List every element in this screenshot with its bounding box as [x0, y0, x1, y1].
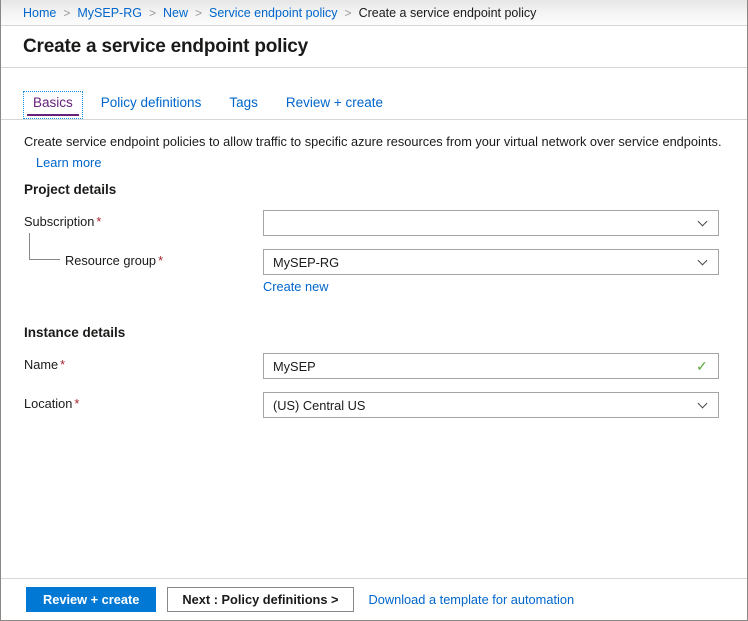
project-details-heading: Project details: [1, 182, 747, 197]
breadcrumb-separator-icon: >: [345, 6, 352, 20]
description-text: Create service endpoint policies to allo…: [24, 133, 724, 152]
resource-group-value: MySEP-RG: [273, 255, 339, 270]
create-new-resource-group-link[interactable]: Create new: [263, 279, 328, 294]
subscription-field-cell: [263, 210, 719, 236]
name-label: Name: [24, 357, 58, 372]
form-area: Project details Subscription* Resource g…: [1, 182, 747, 418]
tab-basics-label: Basics: [33, 95, 73, 110]
page-title: Create a service endpoint policy: [23, 36, 308, 58]
subscription-dropdown[interactable]: [263, 210, 719, 236]
name-value: MySEP: [273, 359, 316, 374]
resource-group-dropdown[interactable]: MySEP-RG: [263, 249, 719, 275]
subscription-label-cell: Subscription*: [1, 210, 263, 229]
tab-tags-label: Tags: [229, 95, 258, 110]
resource-group-required-marker: *: [158, 253, 163, 268]
subscription-label: Subscription: [24, 214, 94, 229]
next-policy-definitions-button[interactable]: Next : Policy definitions >: [167, 587, 353, 612]
breadcrumb-item-current: Create a service endpoint policy: [359, 6, 537, 20]
name-label-cell: Name*: [1, 353, 263, 372]
chevron-down-icon: [699, 257, 708, 266]
field-row-name: Name* MySEP ✓: [1, 353, 747, 379]
tab-review-create-label: Review + create: [286, 95, 383, 110]
breadcrumb-item-home[interactable]: Home: [23, 6, 56, 20]
breadcrumb-item-new[interactable]: New: [163, 6, 188, 20]
instance-details-heading: Instance details: [1, 325, 747, 340]
tab-basics[interactable]: Basics: [23, 91, 83, 119]
chevron-down-icon: [699, 218, 708, 227]
field-row-location: Location* (US) Central US: [1, 392, 747, 418]
resource-group-label: Resource group: [65, 253, 156, 268]
breadcrumb-item-mysep-rg[interactable]: MySEP-RG: [77, 6, 142, 20]
tab-bar: Basics Policy definitions Tags Review + …: [1, 69, 747, 120]
description-block: Create service endpoint policies to allo…: [24, 133, 724, 172]
location-field-cell: (US) Central US: [263, 392, 719, 418]
create-service-endpoint-policy-blade: Home > MySEP-RG > New > Service endpoint…: [0, 0, 748, 621]
name-required-marker: *: [60, 357, 65, 372]
location-required-marker: *: [74, 396, 79, 411]
field-row-subscription: Subscription*: [1, 210, 747, 236]
footer-command-bar: Review + create Next : Policy definition…: [1, 578, 747, 620]
download-template-link[interactable]: Download a template for automation: [369, 592, 575, 607]
breadcrumb-separator-icon: >: [195, 6, 202, 20]
breadcrumb-separator-icon: >: [149, 6, 156, 20]
resource-group-label-cell: Resource group*: [1, 249, 263, 268]
learn-more-link[interactable]: Learn more: [36, 155, 101, 170]
tab-tags[interactable]: Tags: [219, 91, 268, 119]
field-row-resource-group: Resource group* MySEP-RG Create new: [1, 249, 747, 296]
name-field-cell: MySEP ✓: [263, 353, 719, 379]
location-dropdown[interactable]: (US) Central US: [263, 392, 719, 418]
title-bar: Create a service endpoint policy: [1, 27, 747, 68]
subscription-required-marker: *: [96, 214, 101, 229]
tab-policy-definitions-label: Policy definitions: [101, 95, 202, 110]
chevron-down-icon: [699, 400, 708, 409]
breadcrumb-separator-icon: >: [63, 6, 70, 20]
breadcrumb: Home > MySEP-RG > New > Service endpoint…: [1, 0, 747, 26]
review-create-button[interactable]: Review + create: [26, 587, 156, 612]
tab-policy-definitions[interactable]: Policy definitions: [91, 91, 212, 119]
name-input[interactable]: MySEP ✓: [263, 353, 719, 379]
location-label: Location: [24, 396, 72, 411]
resource-group-field-cell: MySEP-RG Create new: [263, 249, 719, 296]
section-spacer: [1, 296, 747, 325]
breadcrumb-item-service-endpoint-policy[interactable]: Service endpoint policy: [209, 6, 338, 20]
tab-review-create[interactable]: Review + create: [276, 91, 393, 119]
checkmark-icon: ✓: [696, 360, 709, 373]
tree-connector-line: [29, 233, 60, 260]
location-label-cell: Location*: [1, 392, 263, 411]
location-value: (US) Central US: [273, 398, 365, 413]
